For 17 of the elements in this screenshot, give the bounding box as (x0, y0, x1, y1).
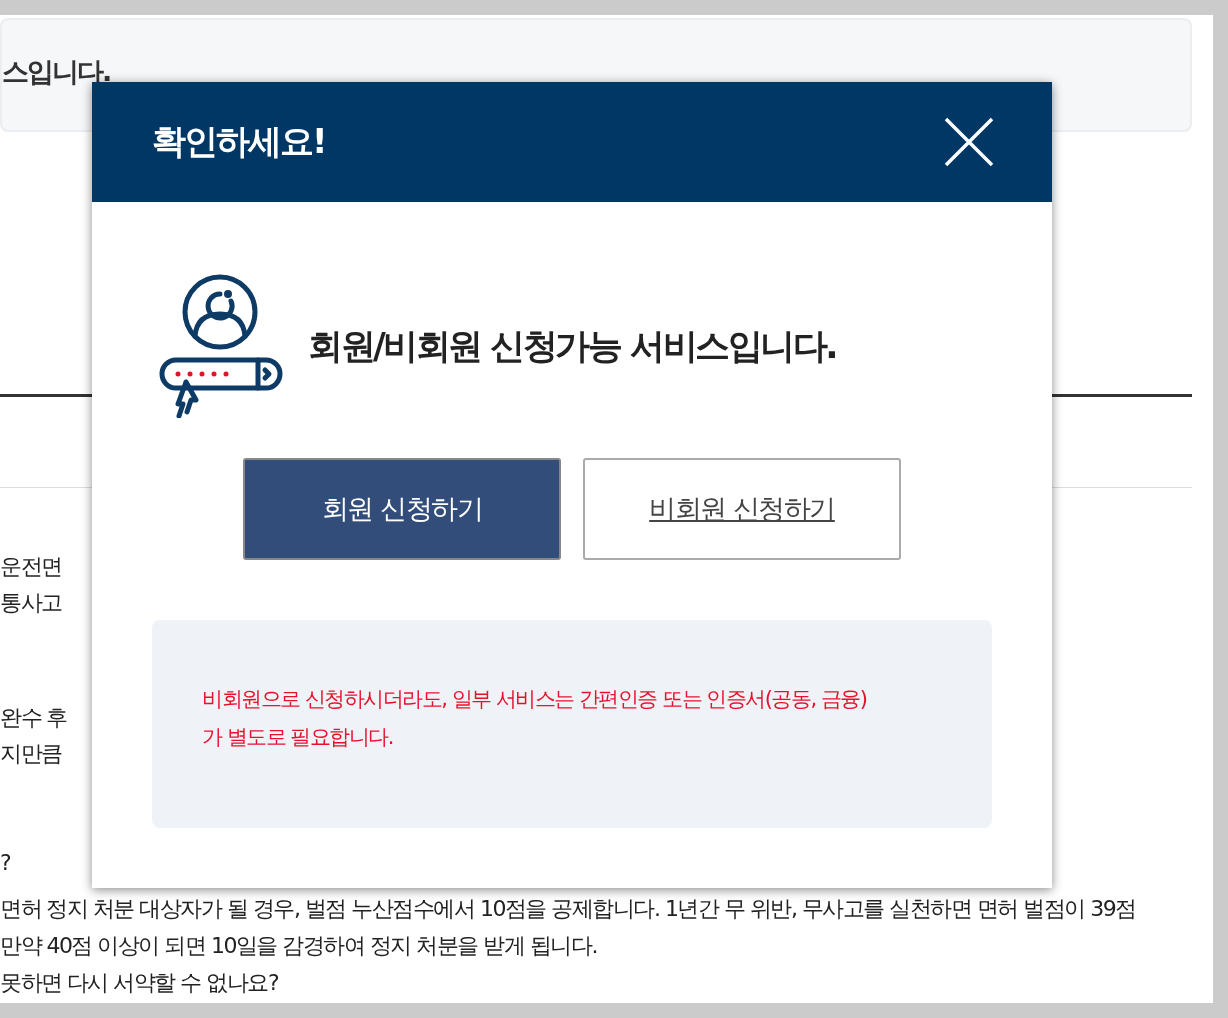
body-text: 완수 후 (0, 704, 67, 732)
body-text: 못하면 다시 서약할 수 없나요? (0, 969, 279, 997)
guest-apply-button[interactable]: 비회원 신청하기 (583, 458, 901, 560)
body-text: 통사고 (0, 589, 62, 617)
dialog-message: 회원/비회원 신청가능 서비스입니다. (308, 324, 836, 368)
user-login-icon (158, 274, 284, 418)
service-text: 스입니다. (2, 55, 111, 89)
close-button[interactable] (944, 117, 994, 167)
dialog-title: 확인하세요! (152, 120, 326, 163)
body-text: 지만큼 (0, 740, 62, 768)
close-icon (944, 117, 994, 167)
body-text: ? (0, 849, 11, 877)
body-text: 운전면 (0, 553, 62, 581)
body-text: 면허 정지 처분 대상자가 될 경우, 벌점 누산점수에서 10점을 공제합니다. 1년간 무 위반, 무사고를 실천하면 면허 벌점이 39점 (0, 895, 1136, 923)
member-apply-button[interactable]: 회원 신청하기 (243, 458, 561, 560)
notice-text: 비회원으로 신청하시더라도, 일부 서비스는 간편인증 또는 인증서(공동, 금융) 가 별도로 필요합니다. (202, 686, 868, 751)
body-text: 만약 40점 이상이 되면 10일을 감경하여 정지 처분을 받게 됩니다. (0, 932, 597, 960)
